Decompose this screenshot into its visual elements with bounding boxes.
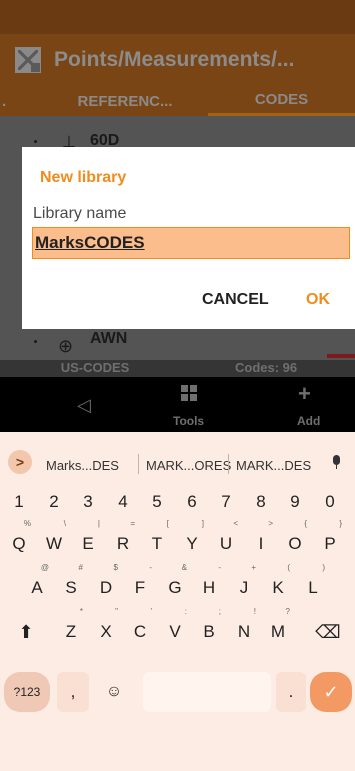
key-t[interactable]: T[	[141, 520, 173, 560]
key-b[interactable]: B;	[193, 608, 225, 648]
list-item[interactable]: ⊕ AWN	[0, 326, 355, 356]
bottom-nav: ◁ Tools + Add	[0, 377, 355, 432]
key-e[interactable]: E |	[72, 520, 104, 560]
key-x[interactable]: X "	[90, 608, 122, 648]
key-5[interactable]: 5	[141, 486, 173, 518]
key-c[interactable]: C '	[124, 608, 156, 648]
key-k[interactable]: K(	[262, 564, 294, 604]
app-logo-icon	[15, 47, 41, 73]
key-y[interactable]: Y]	[176, 520, 208, 560]
code-label: AWN	[90, 330, 128, 347]
tab-previous[interactable]: .	[0, 86, 42, 116]
key-j[interactable]: J +	[228, 564, 260, 604]
app-bar: Points/Measurements/...	[0, 34, 355, 86]
key-s[interactable]: S #	[55, 564, 87, 604]
microphone-icon[interactable]	[331, 455, 341, 469]
expand-arrow-icon[interactable]: >	[8, 450, 32, 474]
emoji-icon[interactable]: ☺	[94, 672, 134, 712]
key-r[interactable]: R =	[107, 520, 139, 560]
code-symbol-icon: ⊕	[58, 336, 74, 356]
tab-bar: . REFERENC... CODES	[0, 86, 355, 116]
key-n[interactable]: N!	[228, 608, 260, 648]
key-7[interactable]: 7	[210, 486, 242, 518]
key-d[interactable]: D $	[90, 564, 122, 604]
key-2[interactable]: 2	[38, 486, 70, 518]
key-w[interactable]: W \	[38, 520, 70, 560]
dialog-title: New library	[40, 169, 127, 186]
codes-count: Codes: 96	[235, 360, 298, 375]
bullet-icon	[34, 340, 37, 343]
key-8[interactable]: 8	[245, 486, 277, 518]
key-i[interactable]: I >	[245, 520, 277, 560]
key-h[interactable]: H-	[193, 564, 225, 604]
key-z[interactable]: Z *	[55, 608, 87, 648]
key-q[interactable]: Q%	[3, 520, 35, 560]
key-a[interactable]: A @	[21, 564, 53, 604]
key-3[interactable]: 3	[72, 486, 104, 518]
key-m[interactable]: M?	[262, 608, 294, 648]
back-icon[interactable]: ◁	[77, 395, 91, 416]
space-key[interactable]	[143, 672, 271, 712]
key-g[interactable]: G &	[159, 564, 191, 604]
symbols-key[interactable]: ?123	[4, 672, 50, 712]
key-9[interactable]: 9	[279, 486, 311, 518]
soft-keyboard: > Marks...DES MARK...ORES MARK...DES 1 2…	[0, 432, 355, 771]
app-title: Points/Measurements/...	[54, 48, 295, 71]
key-v[interactable]: V:	[159, 608, 191, 648]
key-0[interactable]: 0	[314, 486, 346, 518]
new-library-dialog: New library Library name MarksCODES CANC…	[22, 147, 355, 329]
backspace-key[interactable]: ⌫	[306, 616, 350, 648]
key-p[interactable]: P}	[314, 520, 346, 560]
key-1[interactable]: 1	[3, 486, 35, 518]
bullet-icon	[34, 140, 37, 143]
add-button-label[interactable]: Add	[297, 414, 320, 428]
key-4[interactable]: 4	[107, 486, 139, 518]
key-6[interactable]: 6	[176, 486, 208, 518]
tab-codes[interactable]: CODES	[208, 86, 355, 116]
tab-references[interactable]: REFERENC...	[42, 86, 208, 116]
key-o[interactable]: O{	[279, 520, 311, 560]
period-key[interactable]: .	[276, 672, 306, 712]
suggestion-1[interactable]: Marks...DES	[46, 458, 119, 473]
suggestion-divider	[138, 454, 139, 474]
status-bar	[0, 0, 355, 34]
ok-button[interactable]: OK	[306, 291, 330, 309]
library-name-value: MarksCODES	[35, 233, 145, 252]
key-l[interactable]: L)	[297, 564, 329, 604]
enter-key[interactable]: ✓	[310, 672, 352, 712]
library-name: US-CODES	[60, 360, 130, 375]
suggestion-2[interactable]: MARK...ORES	[146, 458, 231, 473]
cancel-button[interactable]: CANCEL	[202, 291, 269, 309]
library-name-input[interactable]: MarksCODES	[32, 227, 350, 259]
comma-key[interactable]: ,	[57, 672, 89, 712]
scroll-indicator	[327, 354, 355, 358]
library-name-label: Library name	[33, 205, 127, 222]
key-f[interactable]: F-	[124, 564, 156, 604]
library-footer: US-CODES Codes: 96	[0, 360, 355, 377]
tools-button-label[interactable]: Tools	[173, 414, 204, 428]
shift-key[interactable]: ⬆	[4, 616, 48, 648]
tools-grid-icon[interactable]	[181, 385, 197, 401]
suggestion-divider	[228, 454, 229, 474]
suggestion-bar: > Marks...DES MARK...ORES MARK...DES	[0, 440, 355, 478]
suggestion-3[interactable]: MARK...DES	[236, 458, 311, 473]
key-u[interactable]: U <	[210, 520, 242, 560]
add-icon[interactable]: +	[298, 381, 311, 407]
